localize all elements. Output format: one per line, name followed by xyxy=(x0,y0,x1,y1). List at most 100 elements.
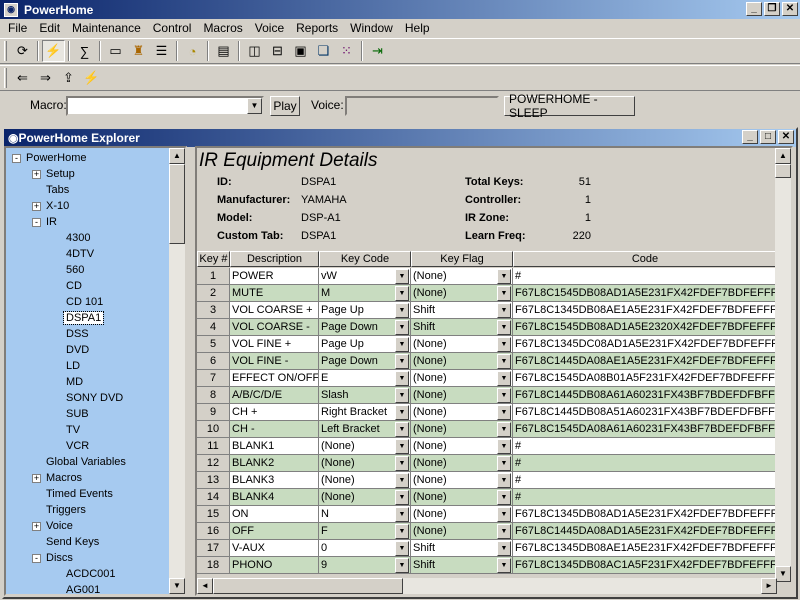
cell-flag[interactable]: Shift ▼ xyxy=(411,302,513,319)
chevron-down-icon[interactable]: ▼ xyxy=(497,320,511,335)
menu-item-voice[interactable]: Voice xyxy=(249,21,290,35)
cell-flag[interactable]: (None) ▼ xyxy=(411,523,513,540)
cell-flag[interactable]: (None) ▼ xyxy=(411,285,513,302)
tree-item[interactable]: MD xyxy=(52,374,85,390)
cell-keycode[interactable]: Left Bracket ▼ xyxy=(319,421,411,438)
tree-item[interactable]: CD xyxy=(52,278,84,294)
chevron-down-icon[interactable]: ▼ xyxy=(395,388,409,403)
cell-desc[interactable]: BLANK4 xyxy=(230,489,319,506)
chevron-down-icon[interactable]: ▼ xyxy=(497,473,511,488)
up-folder-icon[interactable]: ⇪ xyxy=(57,67,80,89)
menu-item-file[interactable]: File xyxy=(2,21,33,35)
chevron-down-icon[interactable]: ▼ xyxy=(247,98,262,114)
cell-flag[interactable]: (None) ▼ xyxy=(411,472,513,489)
cell-code[interactable]: F67L8C1445DA08AD1A5E231FX42FDEF7BDFEFFFD… xyxy=(513,523,777,540)
cell-code[interactable]: # xyxy=(513,438,777,455)
cell-keycode[interactable]: (None) ▼ xyxy=(319,472,411,489)
chevron-down-icon[interactable]: ▼ xyxy=(395,371,409,386)
scroll-thumb[interactable] xyxy=(775,164,791,178)
cell-keycode[interactable]: (None) ▼ xyxy=(319,455,411,472)
chevron-down-icon[interactable]: ▼ xyxy=(395,490,409,505)
table-row[interactable]: 17 V-AUX 0 ▼ Shift ▼ F67L8C1345DB08AE1A5E231FX… xyxy=(197,540,777,557)
menu-item-macros[interactable]: Macros xyxy=(197,21,248,35)
menu-item-edit[interactable]: Edit xyxy=(33,21,66,35)
column-header[interactable]: Key Flag xyxy=(411,251,513,267)
chevron-down-icon[interactable]: ▼ xyxy=(497,303,511,318)
tree-item[interactable]: TV xyxy=(52,422,82,438)
chevron-down-icon[interactable]: ▼ xyxy=(497,439,511,454)
cell-code[interactable]: # xyxy=(513,268,777,285)
cell-flag[interactable]: (None) ▼ xyxy=(411,438,513,455)
cascade-icon[interactable]: ❏ xyxy=(312,40,335,62)
restore-button[interactable]: ❐ xyxy=(764,2,780,16)
cell-keycode[interactable]: E ▼ xyxy=(319,370,411,387)
chevron-down-icon[interactable]: ▼ xyxy=(395,320,409,335)
cell-code[interactable]: F67L8C1545DB08AD1A5E2320X42FDEF7BDFEFFFD… xyxy=(513,319,777,336)
menu-item-window[interactable]: Window xyxy=(344,21,399,35)
cell-flag[interactable]: (None) ▼ xyxy=(411,506,513,523)
tree-item[interactable]: ACDC001 xyxy=(52,566,118,582)
cell-code[interactable]: F67L8C1345DC08AD1A5E231FX42FDEF7BDFEFFFD… xyxy=(513,336,777,353)
cell-desc[interactable]: CH + xyxy=(230,404,319,421)
tree-item[interactable]: + Voice xyxy=(32,518,75,534)
scroll-up-icon[interactable]: ▲ xyxy=(775,148,791,164)
cell-code[interactable]: # xyxy=(513,455,777,472)
tree-item[interactable]: CD 101 xyxy=(52,294,105,310)
cell-desc[interactable]: V-AUX xyxy=(230,540,319,557)
chevron-down-icon[interactable]: ▼ xyxy=(497,286,511,301)
table-row[interactable]: 2 MUTE M ▼ (None) ▼ F67L8C1545DB08AD1A5E231FX4… xyxy=(197,285,777,302)
cell-desc[interactable]: PHONO xyxy=(230,557,319,574)
tree-item[interactable]: + X-10 xyxy=(32,198,71,214)
cell-code[interactable]: # xyxy=(513,472,777,489)
cell-flag[interactable]: Shift ▼ xyxy=(411,319,513,336)
macro-combo[interactable]: ▼ xyxy=(66,96,264,116)
table-row[interactable]: 7 EFFECT ON/OFF E ▼ (None) ▼ F67L8C1545DA08B01… xyxy=(197,370,777,387)
chevron-down-icon[interactable]: ▼ xyxy=(497,524,511,539)
tree-item[interactable]: DSPA1 xyxy=(52,310,105,326)
cell-code[interactable]: F67L8C1345DB08AE1A5E231FX42FDEF7BDFEFFFD… xyxy=(513,540,777,557)
table-row[interactable]: 1 POWER vW ▼ (None) ▼ # xyxy=(197,268,777,285)
cell-flag[interactable]: (None) ▼ xyxy=(411,455,513,472)
cell-flag[interactable]: (None) ▼ xyxy=(411,387,513,404)
table-row[interactable]: 14 BLANK4 (None) ▼ (None) ▼ # xyxy=(197,489,777,506)
cell-flag[interactable]: (None) ▼ xyxy=(411,421,513,438)
chevron-down-icon[interactable]: ▼ xyxy=(395,541,409,556)
cell-desc[interactable]: ON xyxy=(230,506,319,523)
chevron-down-icon[interactable]: ▼ xyxy=(497,354,511,369)
maximize-button[interactable]: □ xyxy=(760,130,776,144)
tree-item[interactable]: 4300 xyxy=(52,230,92,246)
expand-icon[interactable]: + xyxy=(32,521,41,531)
column-header[interactable]: Key Code xyxy=(319,251,411,267)
menu-item-maintenance[interactable]: Maintenance xyxy=(66,21,147,35)
cell-desc[interactable]: MUTE xyxy=(230,285,319,302)
expand-icon[interactable]: + xyxy=(32,473,41,483)
cell-desc[interactable]: VOL COARSE - xyxy=(230,319,319,336)
cell-keycode[interactable]: M ▼ xyxy=(319,285,411,302)
list-icon[interactable]: ☰ xyxy=(150,40,173,62)
cell-desc[interactable]: POWER xyxy=(230,268,319,285)
table-row[interactable]: 15 ON N ▼ (None) ▼ F67L8C1345DB08AD1A5E231FX42… xyxy=(197,506,777,523)
table-row[interactable]: 16 OFF F ▼ (None) ▼ F67L8C1445DA08AD1A5E231FX4… xyxy=(197,523,777,540)
cell-code[interactable]: F67L8C1545DA08A61A60231FX43BF7BDEFDFBFFD… xyxy=(513,421,777,438)
tree-item[interactable]: - PowerHome xyxy=(12,150,89,166)
tree-item[interactable]: 4DTV xyxy=(52,246,96,262)
cell-keycode[interactable]: (None) ▼ xyxy=(319,438,411,455)
tree-item[interactable]: SUB xyxy=(52,406,91,422)
tile-vertical-icon[interactable]: ◫ xyxy=(243,40,266,62)
cell-code[interactable]: # xyxy=(513,489,777,506)
chevron-down-icon[interactable]: ▼ xyxy=(395,422,409,437)
table-row[interactable]: 5 VOL FINE + Page Up ▼ (None) ▼ F67L8C1345DC08… xyxy=(197,336,777,353)
chevron-down-icon[interactable]: ▼ xyxy=(395,473,409,488)
cell-keycode[interactable]: Slash ▼ xyxy=(319,387,411,404)
cell-code[interactable]: F67L8C1345DB08AE1A5E231FX42FDEF7BDFEFFFD… xyxy=(513,302,777,319)
collapse-icon[interactable]: - xyxy=(32,217,41,227)
minimize-button[interactable]: _ xyxy=(746,2,762,16)
scroll-down-icon[interactable]: ▼ xyxy=(775,566,791,582)
chevron-down-icon[interactable]: ▼ xyxy=(497,558,511,573)
chevron-down-icon[interactable]: ▼ xyxy=(497,405,511,420)
cell-keycode[interactable]: 0 ▼ xyxy=(319,540,411,557)
cell-flag[interactable]: (None) ▼ xyxy=(411,336,513,353)
scroll-up-icon[interactable]: ▲ xyxy=(169,148,185,164)
table-row[interactable]: 12 BLANK2 (None) ▼ (None) ▼ # xyxy=(197,455,777,472)
expand-icon[interactable]: + xyxy=(32,169,41,179)
